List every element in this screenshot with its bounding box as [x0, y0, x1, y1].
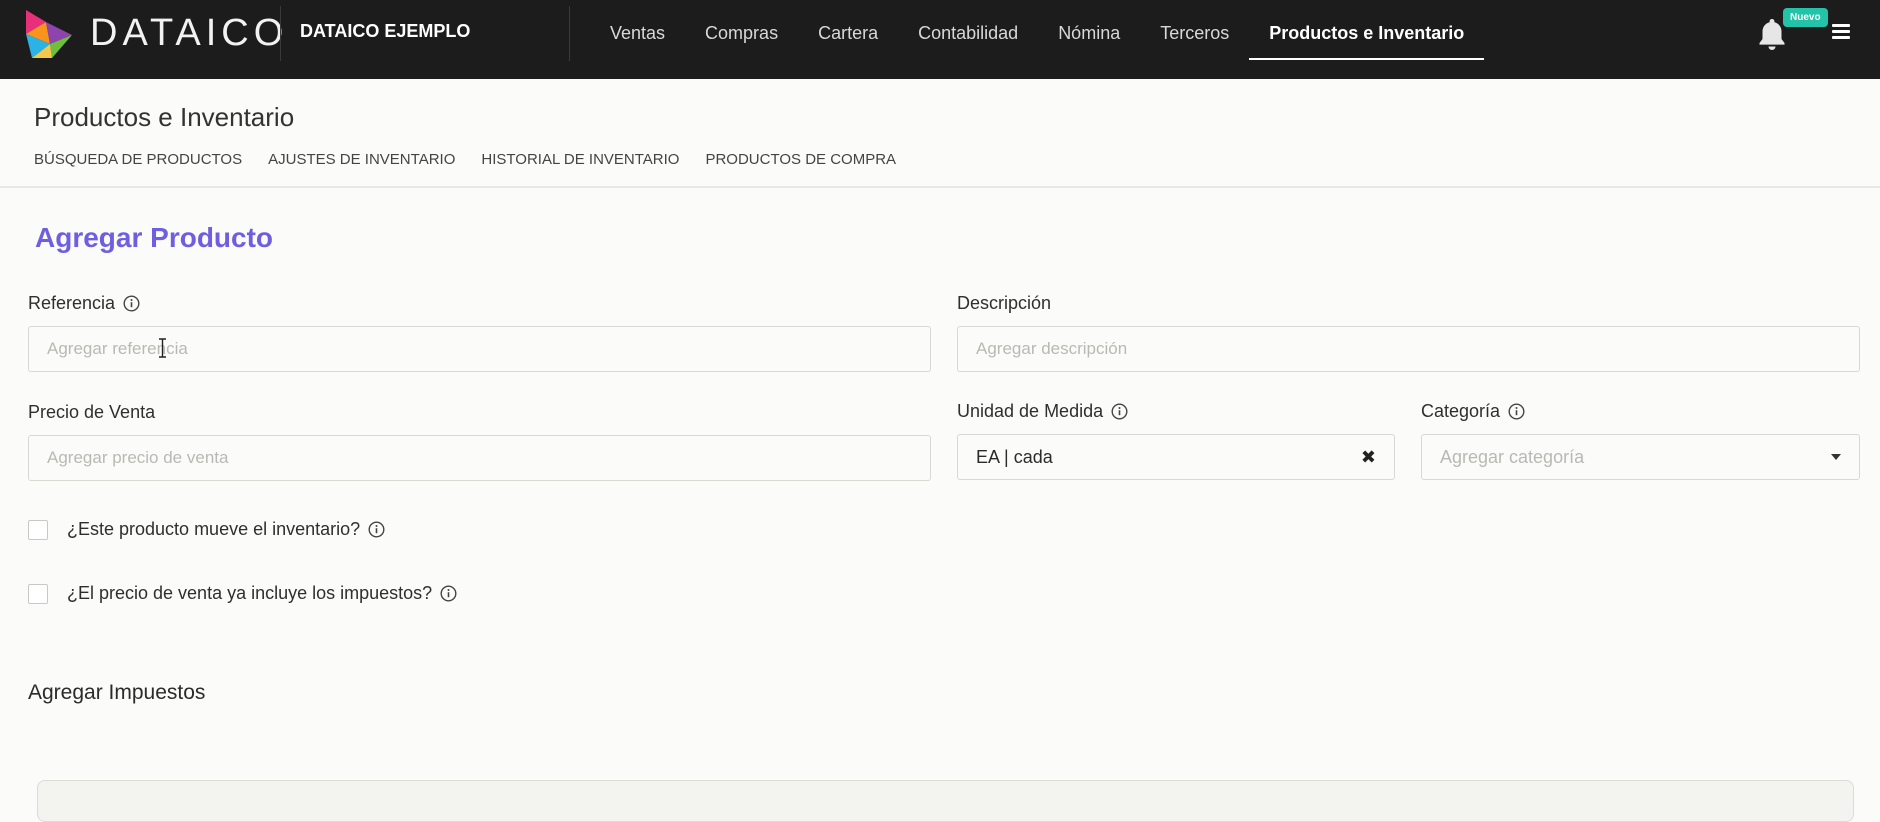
tab-historial-inventario[interactable]: HISTORIAL DE INVENTARIO — [481, 151, 679, 168]
main-nav: Ventas Compras Cartera Contabilidad Nómi… — [590, 0, 1485, 79]
caret-down-icon[interactable] — [1831, 454, 1841, 460]
new-badge: Nuevo — [1783, 8, 1828, 27]
section-tabs: BÚSQUEDA DE PRODUCTOS AJUSTES DE INVENTA… — [34, 151, 922, 168]
nav-item-contabilidad[interactable]: Contabilidad — [898, 0, 1038, 60]
precio-label: Precio de Venta — [28, 402, 155, 423]
tab-productos-compra[interactable]: PRODUCTOS DE COMPRA — [705, 151, 896, 168]
info-icon[interactable] — [1508, 403, 1525, 420]
incluye-impuestos-text[interactable]: ¿El precio de venta ya incluye los impue… — [67, 583, 432, 604]
tab-ajustes-inventario[interactable]: AJUSTES DE INVENTARIO — [268, 151, 455, 168]
referencia-label-text: Referencia — [28, 293, 116, 313]
taxes-heading: Agregar Impuestos — [28, 681, 206, 704]
descripcion-label: Descripción — [957, 293, 1051, 314]
close-x-icon[interactable]: ✖ — [1361, 447, 1376, 468]
unidad-medida-value: EA | cada — [976, 446, 1053, 467]
descripcion-label-text: Descripción — [957, 293, 1052, 313]
taxes-panel — [37, 780, 1854, 822]
info-icon[interactable] — [123, 295, 140, 312]
precio-venta-input[interactable] — [28, 435, 931, 481]
dataico-logo-icon[interactable] — [22, 8, 74, 60]
info-icon[interactable] — [368, 521, 385, 538]
form-title: Agregar Producto — [35, 222, 274, 253]
page-title: Productos e Inventario — [34, 102, 295, 132]
categoria-label-text: Categoría — [1421, 401, 1501, 421]
nav-item-terceros[interactable]: Terceros — [1140, 0, 1249, 60]
precio-label-text: Precio de Venta — [28, 402, 156, 422]
info-icon[interactable] — [440, 585, 457, 602]
categoria-select[interactable]: Agregar categoría — [1421, 434, 1860, 480]
referencia-label: Referencia — [28, 293, 140, 314]
incluye-impuestos-checkbox[interactable] — [28, 584, 48, 604]
descripcion-input[interactable] — [957, 326, 1860, 372]
categoria-placeholder: Agregar categoría — [1440, 446, 1585, 467]
nav-item-cartera[interactable]: Cartera — [798, 0, 898, 60]
unidad-label-text: Unidad de Medida — [957, 401, 1104, 421]
text-cursor-icon — [159, 338, 166, 358]
incluye-impuestos-label: ¿El precio de venta ya incluye los impue… — [67, 583, 457, 604]
nav-divider — [569, 6, 570, 61]
nav-item-productos-inventario[interactable]: Productos e Inventario — [1249, 0, 1485, 60]
company-name[interactable]: DATAICO EJEMPLO — [300, 21, 470, 42]
tab-busqueda-productos[interactable]: BÚSQUEDA DE PRODUCTOS — [34, 151, 242, 168]
unidad-label: Unidad de Medida — [957, 401, 1128, 422]
header-divider — [0, 186, 1880, 188]
nav-item-ventas[interactable]: Ventas — [590, 0, 685, 60]
mueve-inventario-text[interactable]: ¿Este producto mueve el inventario? — [67, 519, 360, 540]
categoria-label: Categoría — [1421, 401, 1525, 422]
nav-divider — [280, 6, 281, 61]
brand-name: DATAICO — [90, 12, 289, 54]
unidad-medida-select[interactable]: EA | cada ✖ — [957, 434, 1395, 480]
nav-item-nomina[interactable]: Nómina — [1038, 0, 1140, 60]
nav-item-compras[interactable]: Compras — [685, 0, 798, 60]
mueve-inventario-label: ¿Este producto mueve el inventario? — [67, 519, 385, 540]
hamburger-menu-icon[interactable] — [1832, 24, 1850, 40]
mueve-inventario-checkbox[interactable] — [28, 520, 48, 540]
top-navbar: DATAICO DATAICO EJEMPLO Ventas Compras C… — [0, 0, 1880, 79]
info-icon[interactable] — [1111, 403, 1128, 420]
